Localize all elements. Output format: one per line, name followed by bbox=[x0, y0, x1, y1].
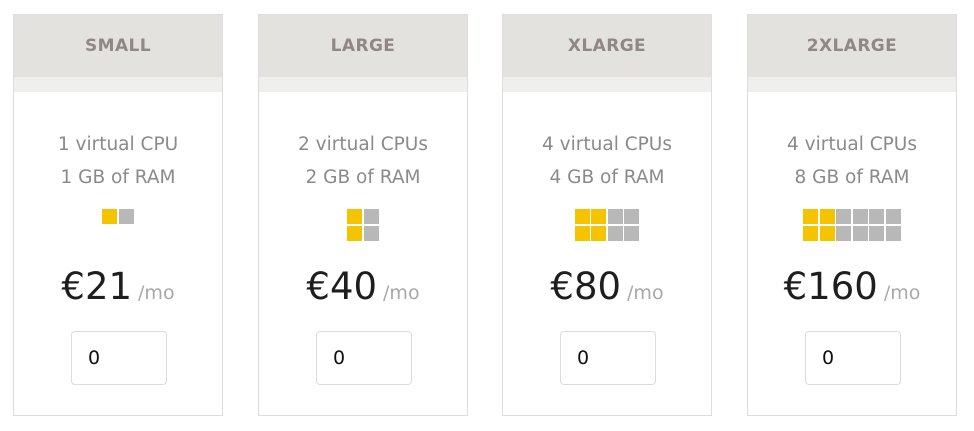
plan-name: XLARGE bbox=[567, 36, 647, 56]
cpu-spec: 4 virtual CPUs bbox=[542, 134, 672, 155]
inactive-block bbox=[869, 209, 885, 224]
plan-header-divider bbox=[503, 77, 711, 92]
quantity-input[interactable] bbox=[805, 331, 901, 385]
inactive-block bbox=[852, 225, 868, 241]
inactive-block bbox=[363, 209, 379, 224]
cpu-spec: 1 virtual CPU bbox=[57, 134, 179, 155]
plan-card-xlarge: XLARGE 4 virtual CPUs 4 GB of RAM €80 /m… bbox=[502, 14, 712, 416]
inactive-block bbox=[836, 209, 852, 224]
price-amount: €40 bbox=[306, 265, 378, 308]
resource-blocks-icon bbox=[748, 209, 956, 241]
plan-card-2xlarge: 2XLARGE 4 virtual CPUs 8 GB of RAM €160 … bbox=[747, 14, 957, 416]
plan-header: SMALL bbox=[14, 15, 222, 77]
plan-name: SMALL bbox=[85, 36, 151, 56]
plan-specs: 1 virtual CPU 1 GB of RAM bbox=[14, 128, 222, 194]
plan-header: XLARGE bbox=[503, 15, 711, 77]
price-row: €80 /mo bbox=[503, 265, 711, 308]
active-block bbox=[803, 225, 819, 241]
quantity-input[interactable] bbox=[71, 331, 167, 385]
quantity-input[interactable] bbox=[316, 331, 412, 385]
ram-spec: 8 GB of RAM bbox=[794, 167, 910, 188]
plan-specs: 4 virtual CPUs 8 GB of RAM bbox=[748, 128, 956, 194]
price-period: /mo bbox=[883, 282, 921, 304]
inactive-block bbox=[852, 209, 868, 224]
price-row: €21 /mo bbox=[14, 265, 222, 308]
active-block bbox=[102, 209, 118, 224]
active-block bbox=[819, 209, 835, 224]
active-block bbox=[591, 225, 607, 241]
price-amount: €160 bbox=[783, 265, 878, 308]
inactive-block bbox=[607, 225, 623, 241]
price-period: /mo bbox=[138, 282, 175, 304]
plan-card-small: SMALL 1 virtual CPU 1 GB of RAM €21 /mo bbox=[13, 14, 223, 416]
cpu-spec: 2 virtual CPUs bbox=[298, 134, 428, 155]
price-row: €40 /mo bbox=[259, 265, 467, 308]
plan-list: SMALL 1 virtual CPU 1 GB of RAM €21 /mo … bbox=[0, 0, 974, 431]
active-block bbox=[574, 209, 590, 224]
inactive-block bbox=[885, 209, 901, 224]
quantity-input[interactable] bbox=[560, 331, 656, 385]
plan-header: LARGE bbox=[259, 15, 467, 77]
plan-name: LARGE bbox=[330, 36, 396, 56]
plan-specs: 2 virtual CPUs 2 GB of RAM bbox=[259, 128, 467, 194]
active-block bbox=[574, 225, 590, 241]
resource-blocks-icon bbox=[14, 209, 222, 224]
resource-blocks-icon bbox=[259, 209, 467, 241]
inactive-block bbox=[885, 225, 901, 241]
plan-card-large: LARGE 2 virtual CPUs 2 GB of RAM €40 /mo bbox=[258, 14, 468, 416]
price-period: /mo bbox=[383, 282, 420, 304]
active-block bbox=[591, 209, 607, 224]
price-amount: €21 bbox=[61, 265, 133, 308]
active-block bbox=[347, 209, 363, 224]
price-row: €160 /mo bbox=[748, 265, 956, 308]
price-amount: €80 bbox=[550, 265, 622, 308]
plan-header-divider bbox=[14, 77, 222, 92]
active-block bbox=[819, 225, 835, 241]
plan-header-divider bbox=[748, 77, 956, 92]
inactive-block bbox=[118, 209, 134, 224]
cpu-spec: 4 virtual CPUs bbox=[787, 134, 917, 155]
inactive-block bbox=[363, 225, 379, 241]
ram-spec: 4 GB of RAM bbox=[549, 167, 665, 188]
plan-name: 2XLARGE bbox=[806, 36, 898, 56]
ram-spec: 2 GB of RAM bbox=[305, 167, 421, 188]
inactive-block bbox=[836, 225, 852, 241]
inactive-block bbox=[869, 225, 885, 241]
plan-specs: 4 virtual CPUs 4 GB of RAM bbox=[503, 128, 711, 194]
inactive-block bbox=[624, 225, 640, 241]
resource-blocks-icon bbox=[503, 209, 711, 241]
plan-header: 2XLARGE bbox=[748, 15, 956, 77]
plan-header-divider bbox=[259, 77, 467, 92]
inactive-block bbox=[624, 209, 640, 224]
inactive-block bbox=[607, 209, 623, 224]
price-period: /mo bbox=[627, 282, 664, 304]
active-block bbox=[803, 209, 819, 224]
ram-spec: 1 GB of RAM bbox=[60, 167, 176, 188]
active-block bbox=[347, 225, 363, 241]
